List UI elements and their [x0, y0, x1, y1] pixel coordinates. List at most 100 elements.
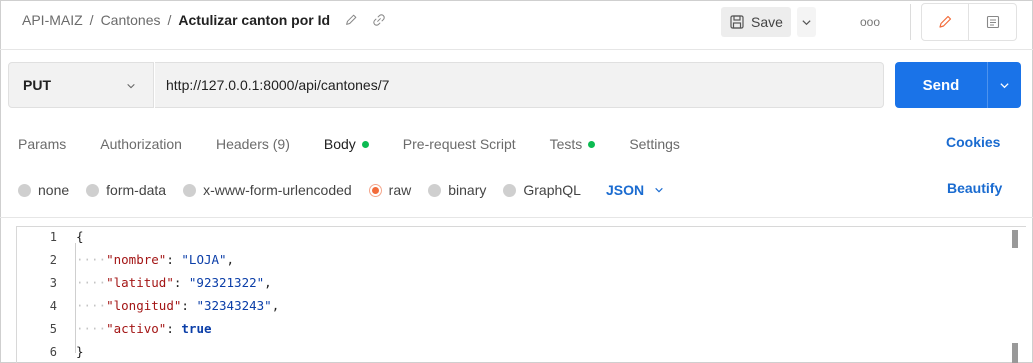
request-name[interactable]: Actulizar canton por Id: [178, 12, 330, 28]
method-select[interactable]: PUT: [8, 62, 154, 108]
tab-label: Tests: [549, 136, 583, 152]
code-line: }: [76, 344, 84, 359]
editor-scrollbar[interactable]: [1012, 230, 1018, 248]
pencil-icon[interactable]: [344, 13, 358, 27]
comment-icon: [986, 15, 999, 29]
tab-settings[interactable]: Settings: [629, 136, 680, 152]
body-type-form-data[interactable]: form-data: [86, 182, 166, 198]
divider: [0, 217, 1033, 218]
url-bar: [155, 62, 884, 108]
json-key: "longitud": [106, 298, 182, 313]
code-content: { ····"nombre": "LOJA", ····"latitud": "…: [72, 227, 1012, 363]
more-actions-button[interactable]: ooo: [860, 15, 880, 29]
comma: ,: [271, 298, 280, 313]
radio-icon: [428, 183, 442, 197]
send-group: Send: [895, 62, 1021, 108]
json-key: "nombre": [106, 252, 167, 267]
indent-dots: ····: [76, 321, 107, 336]
request-header: API-MAIZ / Cantones / Actulizar canton p…: [0, 0, 1033, 46]
json-value: "LOJA": [181, 252, 227, 267]
breadcrumb-separator: /: [89, 12, 94, 28]
radio-icon: [18, 183, 31, 197]
chevron-down-icon: [127, 83, 135, 89]
format-select[interactable]: JSON: [606, 182, 664, 198]
indent-dots: ····: [76, 298, 107, 313]
pencil-icon: [939, 15, 952, 28]
body-type-binary[interactable]: binary: [428, 182, 486, 198]
save-label: Save: [751, 14, 783, 30]
comma: ,: [226, 252, 235, 267]
json-key: "latitud": [106, 275, 174, 290]
save-group: Save: [721, 6, 816, 38]
body-type-graphql[interactable]: GraphQL: [503, 182, 581, 198]
indent-dots: ····: [76, 252, 107, 267]
tab-params[interactable]: Params: [18, 136, 66, 152]
request-tabs: Params Authorization Headers (9) Body Pr…: [18, 133, 714, 155]
tab-tests[interactable]: Tests: [550, 136, 596, 152]
body-type-urlencoded[interactable]: x-www-form-urlencoded: [183, 182, 352, 198]
line-number: 4: [49, 299, 57, 313]
radio-label: raw: [388, 182, 412, 198]
side-panel-toggle: [921, 3, 1017, 41]
json-value: "32343243": [196, 298, 272, 313]
code-line: ····"longitud": "32343243",: [76, 298, 280, 313]
breadcrumb-collection[interactable]: API-MAIZ: [22, 12, 83, 28]
format-label: JSON: [605, 182, 645, 198]
close-brace: }: [76, 344, 84, 359]
comma: ,: [264, 275, 272, 290]
status-dot: [361, 140, 369, 148]
body-type-none[interactable]: none: [18, 182, 69, 198]
radio-label: none: [38, 182, 70, 198]
editor-scrollbar-end[interactable]: [1012, 343, 1018, 363]
tab-label: Pre-request Script: [402, 136, 516, 152]
radio-icon: [503, 183, 517, 197]
breadcrumb: API-MAIZ / Cantones / Actulizar canton p…: [22, 12, 386, 28]
chevron-down-icon: [1000, 82, 1009, 88]
line-number: 1: [49, 230, 57, 244]
code-editor[interactable]: 1 2 3 4 5 6 { ····"nombre": "LOJA", ····…: [16, 226, 1026, 363]
breadcrumb-folder[interactable]: Cantones: [101, 12, 161, 28]
line-number: 5: [49, 322, 57, 336]
json-key: "activo": [106, 321, 167, 336]
radio-label: GraphQL: [523, 182, 581, 198]
line-number-gutter: 1 2 3 4 5 6: [17, 227, 72, 363]
radio-icon: [183, 183, 197, 197]
tab-label: Authorization: [100, 136, 182, 152]
tab-headers[interactable]: Headers (9): [216, 136, 290, 152]
link-icon[interactable]: [372, 13, 386, 27]
chevron-down-icon: [802, 19, 811, 25]
code-line: {: [76, 229, 84, 244]
code-line: ····"latitud": "92321322",: [76, 275, 272, 290]
save-button[interactable]: Save: [721, 7, 791, 37]
code-line: ····"activo": true: [76, 321, 212, 336]
beautify-button[interactable]: Beautify: [947, 180, 1002, 196]
tab-label: Body: [323, 136, 356, 152]
documentation-button[interactable]: [969, 4, 1016, 40]
status-dot: [588, 140, 596, 148]
line-number: 2: [49, 253, 57, 267]
open-brace: {: [76, 229, 84, 244]
save-options-button[interactable]: [796, 7, 816, 37]
tab-body[interactable]: Body: [324, 136, 369, 152]
send-button[interactable]: Send: [895, 62, 987, 108]
request-bar: PUT Send: [8, 62, 1021, 110]
line-number: 3: [49, 276, 57, 290]
body-type-selector: none form-data x-www-form-urlencoded raw…: [18, 179, 664, 201]
divider: [0, 49, 1033, 50]
radio-icon: [86, 183, 100, 197]
code-line: ····"nombre": "LOJA",: [76, 252, 235, 267]
send-options-button[interactable]: [987, 62, 1021, 108]
save-icon: [730, 15, 744, 29]
body-type-raw[interactable]: raw: [368, 182, 412, 198]
tab-label: Headers (9): [215, 136, 290, 152]
cookies-link[interactable]: Cookies: [946, 134, 1000, 150]
indent-dots: ····: [76, 275, 107, 290]
json-value: true: [181, 321, 212, 336]
tab-pre-request-script[interactable]: Pre-request Script: [403, 136, 516, 152]
header-divider: [910, 4, 911, 40]
radio-checked-icon: [368, 183, 382, 197]
edit-mode-button[interactable]: [922, 4, 970, 40]
url-input[interactable]: [166, 77, 866, 93]
tab-authorization[interactable]: Authorization: [100, 136, 182, 152]
radio-label: binary: [448, 182, 487, 198]
